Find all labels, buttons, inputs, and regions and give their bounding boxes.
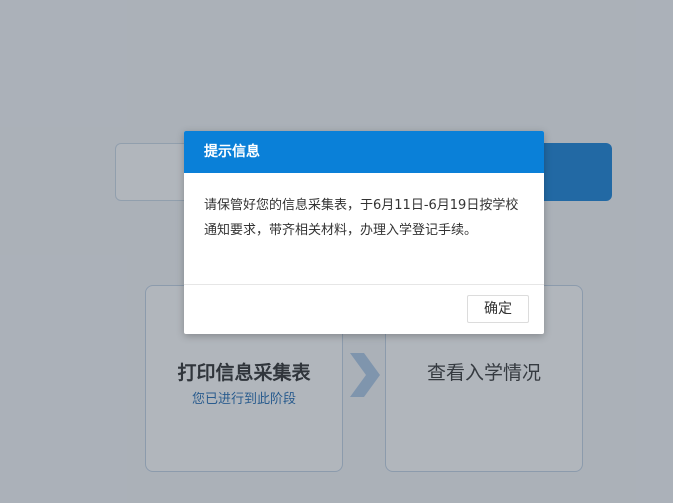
ok-button[interactable]: 确定	[467, 295, 529, 323]
dialog-title: 提示信息	[184, 131, 544, 173]
dialog-message: 请保管好您的信息采集表，于6月11日-6月19日按学校通知要求，带齐相关材料，办…	[184, 173, 544, 285]
page: 打印信息采集表 您已进行到此阶段 查看入学情况 提示信息 请保管好您的信息采集表…	[0, 0, 673, 503]
info-dialog: 提示信息 请保管好您的信息采集表，于6月11日-6月19日按学校通知要求，带齐相…	[184, 131, 544, 334]
dialog-footer: 确定	[184, 285, 544, 333]
